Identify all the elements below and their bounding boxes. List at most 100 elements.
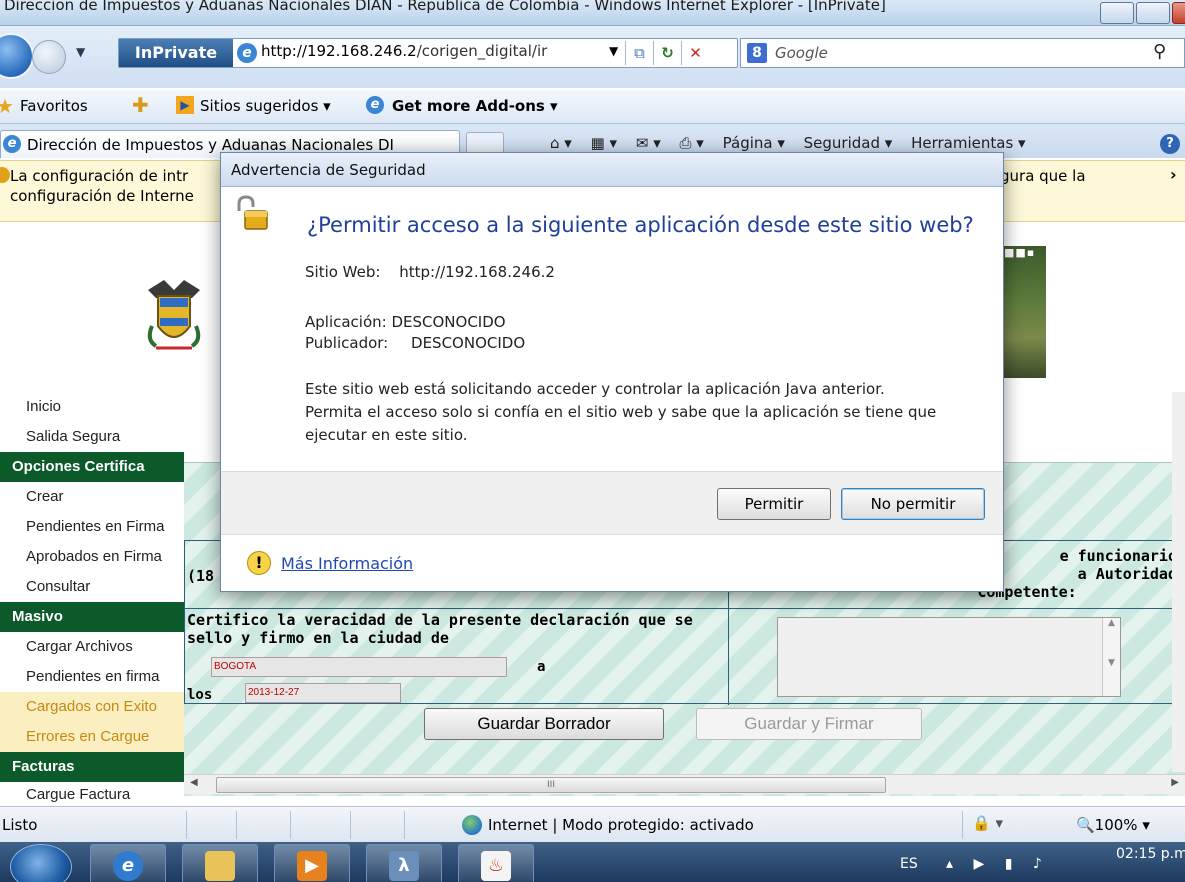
dialog-message-line2: Permita el acceso solo si confía en el s… bbox=[305, 403, 937, 421]
observations-textarea[interactable]: ▲ ▼ bbox=[777, 617, 1121, 697]
info-bar-text-line2: configuración de Interne bbox=[10, 187, 194, 205]
ie-page-icon: e bbox=[237, 43, 257, 63]
tools-menu[interactable]: Herramientas ▾ bbox=[911, 134, 1025, 152]
sidebar-item-crear[interactable]: Crear bbox=[0, 482, 184, 512]
sidebar-item-salida-segura[interactable]: Salida Segura bbox=[0, 422, 184, 452]
allow-button[interactable]: Permitir bbox=[717, 488, 831, 520]
help-icon[interactable]: ? bbox=[1160, 134, 1180, 154]
sidebar-item-errores-en-cargue[interactable]: Errores en Cargue bbox=[0, 722, 184, 752]
suggested-sites-icon: ▶ bbox=[176, 96, 194, 114]
banner-photo bbox=[1000, 246, 1046, 378]
save-and-sign-button[interactable]: Guardar y Firmar bbox=[696, 708, 922, 740]
site-label: Sitio Web: bbox=[305, 263, 381, 281]
publisher-row: Publicador: DESCONOCIDO bbox=[305, 334, 525, 352]
los-label: los bbox=[187, 687, 213, 703]
cell-18-label: (18 bbox=[187, 567, 215, 585]
mail-menu[interactable]: ✉ ▾ bbox=[636, 134, 661, 152]
status-separator bbox=[962, 811, 963, 839]
search-box[interactable]: 8 Google ⚲ bbox=[740, 38, 1185, 68]
sidebar-item-pendientes-firma-masivo[interactable]: Pendientes en firma bbox=[0, 662, 184, 692]
compatibility-view-icon[interactable]: ⧉ bbox=[625, 41, 653, 65]
textarea-scrollbar[interactable]: ▲ ▼ bbox=[1102, 618, 1120, 696]
add-favorites-icon[interactable]: ✚ bbox=[132, 93, 149, 117]
status-separator bbox=[186, 811, 187, 839]
language-indicator[interactable]: ES bbox=[900, 856, 918, 872]
app-icon: λ bbox=[389, 851, 419, 881]
sidebar-item-pendientes-en-firma[interactable]: Pendientes en Firma bbox=[0, 512, 184, 542]
media-player-icon: ▶ bbox=[297, 851, 327, 881]
sidebar-item-cargue-factura[interactable]: Cargue Factura bbox=[0, 782, 184, 802]
search-input[interactable]: Google bbox=[775, 44, 828, 62]
tab-ie-icon: e bbox=[3, 135, 21, 153]
url-text[interactable]: http://192.168.246.2/corigen_digital/ir bbox=[261, 42, 547, 60]
info-bar-close-icon[interactable]: › bbox=[1170, 165, 1177, 184]
scrollbar-thumb[interactable]: III bbox=[216, 777, 886, 793]
status-separator bbox=[236, 811, 237, 839]
stop-icon[interactable]: ✕ bbox=[681, 41, 709, 65]
info-bar-text-line1: La configuración de intr bbox=[10, 167, 189, 185]
refresh-icon[interactable]: ↻ bbox=[653, 41, 681, 65]
protected-mode-icon[interactable]: 🔒 ▾ bbox=[972, 814, 1003, 832]
sidebar-section-opciones-certificado: Opciones Certifica bbox=[0, 452, 184, 482]
command-bar: ⌂ ▾ ▦ ▾ ✉ ▾ ⎙ ▾ Página ▾ Seguridad ▾ Her… bbox=[550, 134, 1040, 152]
status-separator bbox=[350, 811, 351, 839]
url-host: http://192.168.246.2 bbox=[261, 42, 417, 60]
search-icon[interactable]: ⚲ bbox=[1153, 41, 1166, 62]
taskbar-internet-explorer[interactable]: e bbox=[90, 844, 166, 882]
date-field[interactable]: 2013-12-27 bbox=[245, 683, 401, 703]
site-value: http://192.168.246.2 bbox=[399, 263, 555, 281]
sidebar-item-cargar-archivos[interactable]: Cargar Archivos bbox=[0, 632, 184, 662]
window-title: Direccion de Impuestos y Aduanas Naciona… bbox=[4, 0, 886, 14]
dialog-message-line3: ejecutar en este sitio. bbox=[305, 426, 468, 444]
taskbar-app-4[interactable]: λ bbox=[366, 844, 442, 882]
start-button[interactable] bbox=[10, 844, 72, 882]
sidebar-item-cargados-con-exito[interactable]: Cargados con Exito bbox=[0, 692, 184, 722]
suggested-sites-button[interactable]: Sitios sugeridos ▾ bbox=[200, 97, 331, 115]
addons-icon: e bbox=[366, 96, 384, 114]
print-menu[interactable]: ⎙ ▾ bbox=[680, 134, 704, 152]
get-addons-button[interactable]: Get more Add-ons ▾ bbox=[392, 97, 558, 115]
sidebar-item-inicio[interactable]: Inicio bbox=[0, 392, 184, 422]
forward-button[interactable] bbox=[32, 40, 66, 74]
page-menu[interactable]: Página ▾ bbox=[723, 134, 785, 152]
table-cell-observations: ▲ ▼ bbox=[729, 609, 1185, 705]
deny-button[interactable]: No permitir bbox=[841, 488, 985, 520]
feeds-menu[interactable]: ▦ ▾ bbox=[591, 134, 617, 152]
home-menu[interactable]: ⌂ ▾ bbox=[550, 134, 572, 152]
system-tray-icons[interactable]: ▴ ▶ ▮ ♪ bbox=[946, 856, 1050, 872]
vertical-scrollbar[interactable] bbox=[1172, 392, 1185, 772]
maximize-button[interactable] bbox=[1136, 2, 1170, 24]
zoom-control[interactable]: 🔍100% ▾ bbox=[1076, 816, 1150, 834]
favorites-star-icon[interactable]: ★ bbox=[0, 94, 14, 118]
security-zone-text[interactable]: Internet | Modo protegido: activado bbox=[488, 816, 754, 834]
taskbar-file-explorer[interactable] bbox=[182, 844, 258, 882]
scroll-left-icon[interactable]: ◀ bbox=[190, 777, 198, 788]
taskbar-java[interactable]: ♨ bbox=[458, 844, 534, 882]
recent-pages-dropdown[interactable]: ▼ bbox=[76, 45, 94, 67]
address-bar[interactable]: InPrivate e http://192.168.246.2/corigen… bbox=[118, 38, 738, 68]
city-field[interactable]: BOGOTA bbox=[211, 657, 507, 677]
close-window-button[interactable] bbox=[1172, 2, 1185, 24]
save-draft-button[interactable]: Guardar Borrador bbox=[424, 708, 664, 740]
clock[interactable]: 02:15 p.m bbox=[1116, 846, 1185, 862]
horizontal-scrollbar[interactable]: ◀ III ▶ bbox=[184, 774, 1185, 794]
taskbar: e ▶ λ ♨ ES ▴ ▶ ▮ ♪ 02:15 p.m bbox=[0, 842, 1185, 882]
inprivate-badge[interactable]: InPrivate bbox=[119, 39, 233, 67]
folder-icon bbox=[205, 851, 235, 881]
security-warning-dialog: Advertencia de Seguridad ¿Permitir acces… bbox=[220, 152, 1004, 592]
banner-pattern-icon: ■■▪ bbox=[1004, 246, 1036, 259]
window-titlebar: Direccion de Impuestos y Aduanas Naciona… bbox=[0, 0, 1185, 26]
colombia-coat-of-arms-icon bbox=[147, 280, 201, 350]
dialog-message-line1: Este sitio web está solicitando acceder … bbox=[305, 380, 885, 398]
more-information-link[interactable]: Más Información bbox=[281, 554, 413, 573]
sidebar-item-consultar[interactable]: Consultar bbox=[0, 572, 184, 602]
info-warning-icon bbox=[0, 167, 10, 183]
unlocked-padlock-icon bbox=[237, 195, 268, 230]
address-dropdown-icon[interactable]: ▼ bbox=[609, 44, 618, 58]
minimize-button[interactable] bbox=[1100, 2, 1134, 24]
security-menu[interactable]: Seguridad ▾ bbox=[804, 134, 893, 152]
taskbar-media-player[interactable]: ▶ bbox=[274, 844, 350, 882]
sidebar-item-aprobados-en-firma[interactable]: Aprobados en Firma bbox=[0, 542, 184, 572]
favorites-button[interactable]: Favoritos bbox=[20, 97, 88, 115]
scroll-right-icon[interactable]: ▶ bbox=[1171, 777, 1179, 788]
